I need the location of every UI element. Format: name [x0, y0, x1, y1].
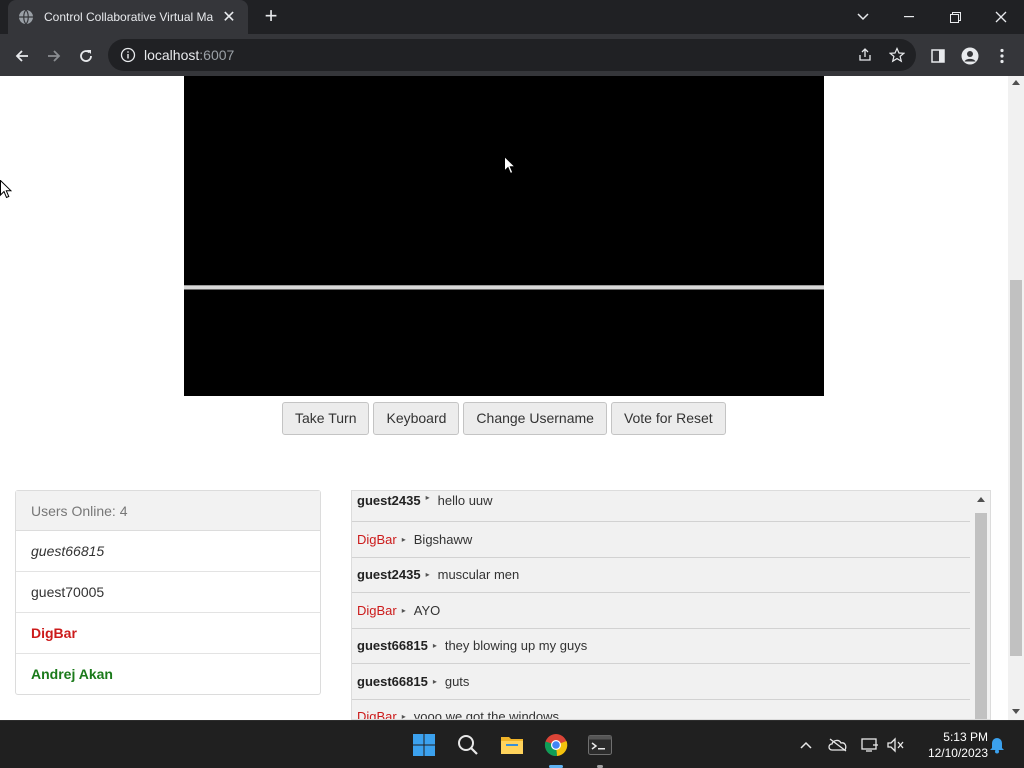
chat-message: guest2435 ▸ muscular men: [352, 558, 970, 593]
onedrive-icon[interactable]: [828, 735, 848, 755]
scroll-up-arrow[interactable]: [1012, 80, 1020, 85]
take-turn-button[interactable]: Take Turn: [282, 402, 370, 435]
chat-message-text: hello uuw: [437, 493, 493, 508]
chat-scroll-up-arrow[interactable]: [977, 497, 985, 502]
minimize-button[interactable]: [886, 0, 932, 34]
scroll-thumb[interactable]: [1010, 280, 1022, 656]
chat-username[interactable]: DigBar: [357, 532, 397, 547]
new-tab-button[interactable]: +: [259, 5, 283, 29]
keyboard-button[interactable]: Keyboard: [373, 402, 460, 435]
taskbar-clock[interactable]: 5:13 PM 12/10/2023: [912, 729, 988, 761]
vm-control-buttons: Take Turn Keyboard Change Username Vote …: [282, 402, 726, 435]
chat-username[interactable]: guest66815: [357, 638, 428, 653]
chat-separator-icon: ▸: [401, 605, 406, 615]
search-icon[interactable]: [452, 729, 484, 761]
chat-separator-icon: ▸: [401, 534, 406, 544]
browser-tab[interactable]: Control Collaborative Virtual Ma ✕: [8, 0, 248, 34]
chat-message-text: yooo we got the windows: [413, 709, 560, 720]
tab-title: Control Collaborative Virtual Ma: [44, 10, 214, 24]
clock-date: 12/10/2023: [927, 746, 988, 760]
chat-scrollbar[interactable]: [972, 491, 990, 719]
restore-button[interactable]: [932, 0, 978, 34]
vm-display[interactable]: [184, 76, 824, 396]
chat-separator-icon: ▸: [401, 712, 406, 720]
chat-username[interactable]: DigBar: [357, 603, 397, 618]
page-viewport: Take Turn Keyboard Change Username Vote …: [0, 76, 1008, 720]
tab-search-button[interactable]: [840, 0, 886, 34]
chat-username[interactable]: guest66815: [357, 674, 428, 689]
url-host: localhost: [144, 47, 200, 63]
chat-scroll-thumb[interactable]: [975, 513, 987, 719]
share-icon[interactable]: [854, 44, 876, 66]
volume-muted-icon[interactable]: [886, 735, 906, 755]
user-list: guest66815 guest70005 DigBar Andrej Akan: [16, 531, 320, 695]
chevron-up-icon[interactable]: [796, 735, 816, 755]
windows-start-icon[interactable]: [408, 729, 440, 761]
user-list-item[interactable]: Andrej Akan: [16, 654, 320, 695]
users-online-header: Users Online: 4: [16, 491, 320, 531]
notification-bell-icon[interactable]: [987, 735, 1007, 755]
user-list-item[interactable]: guest70005: [16, 572, 320, 613]
network-icon[interactable]: [860, 735, 880, 755]
browser-titlebar: Control Collaborative Virtual Ma ✕ +: [0, 0, 1024, 34]
chat-message-text: muscular men: [437, 567, 520, 583]
side-panel-icon[interactable]: [924, 42, 952, 70]
chat-separator-icon: ▸: [432, 676, 437, 686]
change-username-button[interactable]: Change Username: [463, 402, 607, 435]
clock-time: 5:13 PM: [943, 730, 988, 744]
user-list-item[interactable]: guest66815: [16, 531, 320, 572]
chat-message-text: Bigshaww: [413, 531, 473, 547]
scroll-down-arrow[interactable]: [1012, 709, 1020, 714]
chat-message: guest66815 ▸ they blowing up my guys: [352, 629, 970, 664]
chat-message: DigBar ▸ yooo we got the windows: [352, 700, 970, 720]
chat-message-list: guest2435 ▸ hello uuw DigBar ▸ Bigshaww guest2…: [352, 491, 970, 720]
mouse-cursor-icon: [0, 179, 13, 205]
windows-taskbar: 5:13 PM 12/10/2023: [0, 720, 1024, 768]
chat-message: DigBar ▸ Bigshaww: [352, 522, 970, 558]
back-button[interactable]: [8, 42, 36, 70]
page-scrollbar[interactable]: [1008, 76, 1024, 720]
chrome-icon[interactable]: [540, 729, 572, 761]
browser-toolbar: localhost:6007: [0, 34, 1024, 76]
user-list-item[interactable]: DigBar: [16, 613, 320, 654]
globe-icon: [18, 9, 34, 25]
info-icon[interactable]: [120, 47, 136, 63]
chat-panel: guest2435 ▸ hello uuw DigBar ▸ Bigshaww guest2…: [351, 490, 991, 720]
terminal-icon[interactable]: [584, 729, 616, 761]
vm-screen-divider: [184, 285, 824, 290]
chat-separator-icon: ▸: [432, 641, 437, 651]
chat-message: DigBar ▸ AYO: [352, 593, 970, 629]
chat-message-text: guts: [444, 673, 470, 689]
address-bar[interactable]: localhost:6007: [108, 39, 916, 71]
chat-separator-icon: ▸: [425, 570, 430, 580]
vm-cursor-icon: [504, 155, 517, 181]
chat-message-text: they blowing up my guys: [444, 638, 588, 654]
kebab-menu-icon[interactable]: [988, 42, 1016, 70]
close-tab-icon[interactable]: ✕: [220, 7, 238, 27]
chat-username[interactable]: DigBar: [357, 709, 397, 719]
users-online-panel: Users Online: 4 guest66815 guest70005 DigB…: [15, 490, 321, 695]
vote-reset-button[interactable]: Vote for Reset: [610, 402, 726, 435]
chat-username[interactable]: guest2435: [357, 567, 421, 582]
chat-message: guest66815 ▸ guts: [352, 664, 970, 700]
reload-button[interactable]: [72, 42, 100, 70]
chat-separator-icon: ▸: [425, 493, 430, 502]
close-window-button[interactable]: [978, 0, 1024, 34]
chat-message: guest2435 ▸ hello uuw: [352, 491, 970, 522]
url-port: :6007: [199, 47, 235, 63]
profile-icon[interactable]: [956, 42, 984, 70]
forward-button[interactable]: [40, 42, 68, 70]
file-explorer-icon[interactable]: [496, 729, 528, 761]
bookmark-star-icon[interactable]: [886, 44, 908, 66]
chat-username[interactable]: guest2435: [357, 493, 421, 508]
chat-message-text: AYO: [413, 602, 441, 618]
